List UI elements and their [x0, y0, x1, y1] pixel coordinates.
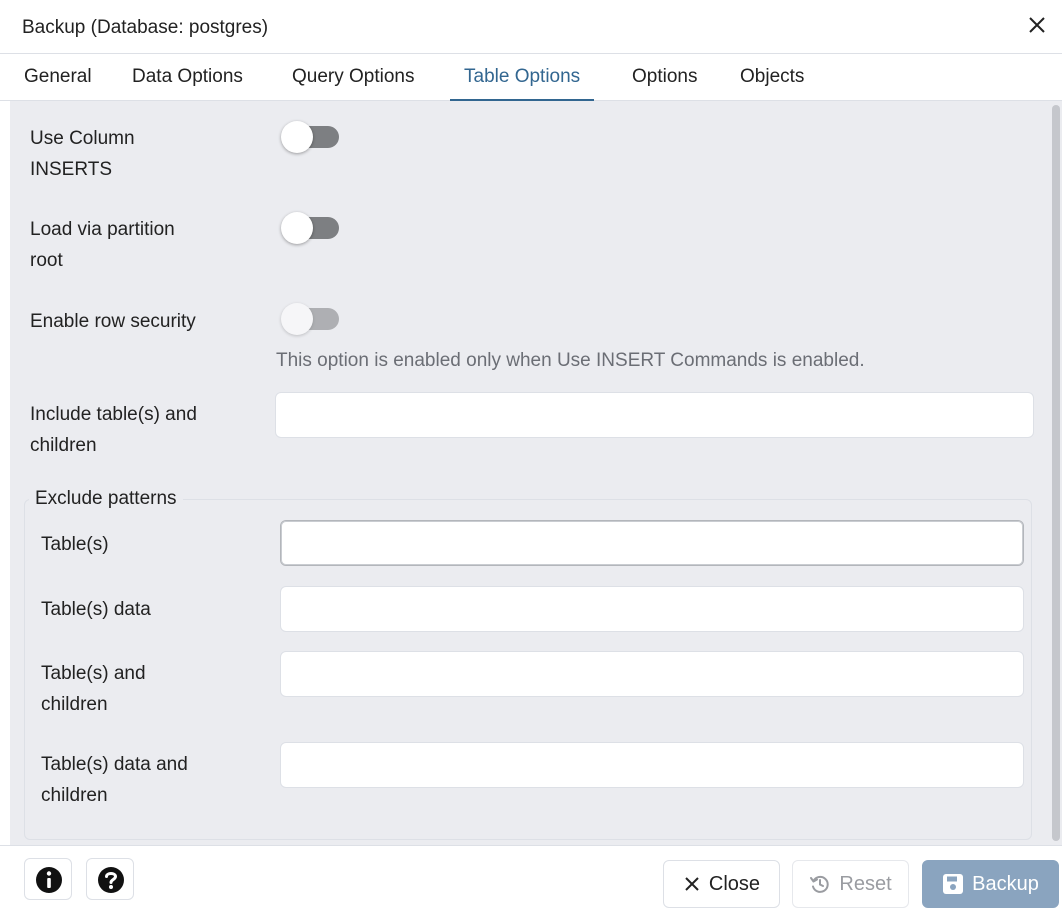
- exclude-tables-input[interactable]: [280, 520, 1024, 566]
- dialog-footer: Close Reset Backup: [0, 845, 1062, 911]
- load-via-partition-root-label: Load via partition root: [30, 214, 175, 276]
- toggle-knob: [281, 121, 313, 153]
- reset-icon: [810, 875, 830, 893]
- enable-row-security-label: Enable row security: [30, 311, 196, 332]
- enable-row-security-toggle[interactable]: [281, 303, 343, 335]
- exclude-tables-data-children-input[interactable]: [280, 742, 1024, 788]
- backup-button-label: Backup: [972, 872, 1039, 895]
- row-security-hint: This option is enabled only when Use INS…: [276, 350, 865, 371]
- tab-data-options[interactable]: Data Options: [132, 54, 243, 100]
- tab-general[interactable]: General: [24, 54, 92, 100]
- load-via-partition-root-toggle[interactable]: [281, 212, 343, 244]
- info-button[interactable]: [24, 858, 72, 900]
- close-icon: [685, 877, 699, 891]
- toggle-knob: [281, 212, 313, 244]
- use-column-inserts-label: Use Column INSERTS: [30, 123, 135, 185]
- label-line: Table(s) data and: [41, 754, 188, 775]
- tab-bar: General Data Options Query Options Table…: [0, 54, 1062, 101]
- include-tables-children-input[interactable]: [275, 392, 1034, 438]
- label-line: Include table(s) and: [30, 404, 197, 425]
- label-line: children: [41, 694, 108, 715]
- info-circle-icon: [36, 867, 62, 893]
- exclude-tables-children-input[interactable]: [280, 651, 1024, 697]
- scrollbar-thumb[interactable]: [1052, 105, 1060, 841]
- tab-objects[interactable]: Objects: [740, 54, 804, 100]
- include-tables-children-label: Include table(s) and children: [30, 399, 197, 461]
- tab-query-options[interactable]: Query Options: [292, 54, 415, 100]
- close-button-label: Close: [708, 872, 761, 895]
- exclude-tables-label: Table(s): [41, 534, 109, 555]
- exclude-tables-data-input[interactable]: [280, 586, 1024, 632]
- question-circle-icon: [98, 867, 124, 893]
- label-line: root: [30, 250, 63, 271]
- label-line: children: [41, 785, 108, 806]
- tab-options[interactable]: Options: [632, 54, 697, 100]
- reset-button-label: Reset: [839, 872, 892, 895]
- dialog-title: Backup (Database: postgres): [22, 17, 269, 38]
- label-line: children: [30, 435, 97, 456]
- reset-button[interactable]: Reset: [792, 860, 909, 908]
- backup-button[interactable]: Backup: [922, 860, 1059, 908]
- exclude-tables-data-label: Table(s) data: [41, 599, 151, 620]
- toggle-knob: [281, 303, 313, 335]
- tab-table-options[interactable]: Table Options: [449, 54, 595, 101]
- help-button[interactable]: [86, 858, 134, 900]
- label-line: Table(s) and: [41, 663, 146, 684]
- exclude-tables-children-label: Table(s) and children: [41, 658, 146, 720]
- close-icon[interactable]: [1024, 12, 1050, 38]
- label-line: Use Column: [30, 128, 135, 149]
- save-icon: [943, 874, 964, 894]
- exclude-patterns-legend: Exclude patterns: [35, 488, 177, 509]
- label-line: INSERTS: [30, 159, 113, 180]
- dialog-titlebar: Backup (Database: postgres): [0, 0, 1062, 54]
- label-line: Load via partition: [30, 219, 175, 240]
- close-button[interactable]: Close: [663, 860, 780, 908]
- use-column-inserts-toggle[interactable]: [281, 121, 343, 153]
- exclude-tables-data-children-label: Table(s) data and children: [41, 749, 188, 811]
- scrollbar[interactable]: [1050, 101, 1062, 845]
